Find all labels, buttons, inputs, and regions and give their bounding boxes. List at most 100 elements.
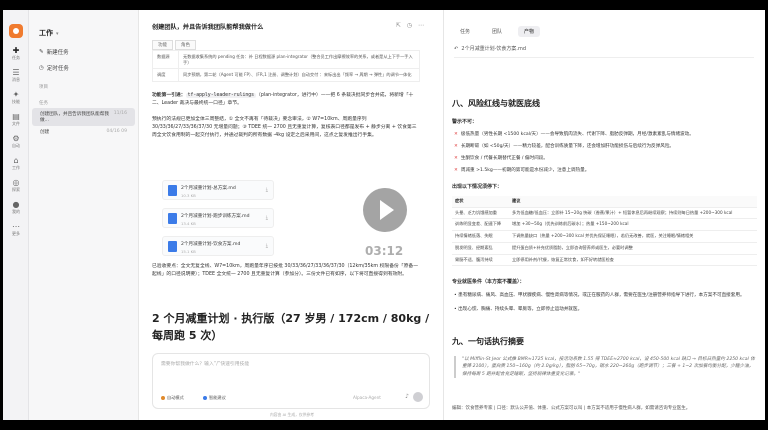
- paragraph-lead: 功能第一引进：: [152, 93, 186, 98]
- file-name: 2个月减重计划-跑步训练方案.md: [181, 214, 250, 219]
- sidebar-title-text: 工作: [39, 29, 53, 37]
- table-cell: 立即停用补剂/代餐，恢复正常饮食，如不好转就医检查: [509, 254, 757, 267]
- message-paragraph: 功能第一引进： tf-apply-leader-rulings （plan-inte…: [152, 92, 420, 108]
- chat-input[interactable]: 需要你帮我做什么？输入“/”快速引用技能: [161, 360, 249, 367]
- file-card[interactable]: 2个月减重计划-总方案.md 10.3 KB ⤓: [162, 180, 274, 200]
- rail-label: 自动: [12, 143, 20, 148]
- table-tab[interactable]: 角色: [175, 40, 196, 50]
- table-cell: 脱发明显、经期紊乱: [452, 242, 510, 255]
- artifact-footer: 编辑：饮食营养专家 | 口径：默认公开值、体重、公式方案可以叫 | 本方案不适用…: [452, 406, 691, 411]
- list-item-text: 患有糖尿病、痛风、高血压、甲状腺疾病、慢性肾病等情况，或正在服药的人群，需要在医…: [458, 293, 745, 298]
- table-row: 数据源 无数据收集系统的 pending 任务：补 日程数据源 plan-inte…: [152, 49, 420, 70]
- rail-item-more[interactable]: ⋯ 更多: [3, 222, 29, 244]
- rail-item-me[interactable]: ● 我的: [3, 200, 29, 222]
- list-item-text: 出现心慌、胸痛、持续头晕、晕厥等，立即停止运动并就医。: [458, 307, 583, 312]
- download-icon[interactable]: ⤓: [266, 243, 268, 249]
- rail-item-explore[interactable]: ◎ 探索: [3, 178, 29, 200]
- inline-code: tf-apply-leader-rulings: [185, 93, 257, 98]
- list-item: • 患有糖尿病、痛风、高血压、甲状腺疾病、慢性肾病等情况，或正在服药的人群，需要…: [454, 293, 745, 298]
- list-item-text: 周减重 >1.5kg——初期的第可能是水份减少，注意上调热量。: [460, 168, 590, 173]
- tab-team[interactable]: 团队: [486, 26, 508, 37]
- model-select[interactable]: Alpaca-Agent: [353, 395, 381, 400]
- chevron-down-icon: ▾: [56, 31, 59, 37]
- document-icon: [168, 241, 177, 252]
- artifact-panel: 任务 团队 产物 ↶ 2个月减重计划-饮食方案.md 八、风险红线与就医底线 警…: [443, 10, 765, 420]
- message-paragraph: 已验收要点：全文无复全线、W7=10km，周跑量年序已按批 30/33/36/2…: [152, 264, 418, 278]
- share-icon[interactable]: ⇱: [396, 22, 407, 29]
- rail-item-tasks[interactable]: ✚ 任务: [3, 46, 29, 68]
- video-timer: 03:12: [365, 244, 404, 258]
- rail-label: 技能: [12, 99, 20, 104]
- rail-item-files[interactable]: ▤ 文件: [3, 112, 29, 134]
- section-heading: 八、风险红线与就医底线: [452, 99, 540, 108]
- pill-label: 智能建议: [209, 395, 226, 400]
- task-item-label: 创建团队，并且告诉我团队能帮我做...: [40, 112, 109, 123]
- suggest-dot-icon: [203, 396, 207, 400]
- auto-mode-toggle[interactable]: 自动模式: [161, 395, 184, 401]
- back-icon[interactable]: ↶: [454, 46, 458, 52]
- file-card[interactable]: 2个月减重计划-饮食方案.md 15.1 KB ⤓: [162, 236, 274, 256]
- play-button[interactable]: [363, 188, 407, 232]
- table-tab[interactable]: 功能: [152, 40, 173, 50]
- tab-artifacts[interactable]: 产物: [518, 26, 541, 37]
- app-window: ✚ 任务 ☰ 消息 ✦ 技能 ▤ 文件 ⚙ 自动 ⌂ 工作 ◎ 探索 ● 我的 ⋯ 更多 工作 ▾ …: [3, 10, 765, 420]
- clock-icon[interactable]: ◷: [407, 22, 418, 29]
- table-row: 训练明显变差、配速下降 增加 +30~50g（优先训练前后碳水）；热量 +150~…: [452, 218, 757, 232]
- list-item: ✕ 周减重 >1.5kg——初期的第可能是水份减少，注意上调热量。: [454, 167, 754, 173]
- document-icon: [168, 185, 177, 196]
- document-icon: [168, 213, 177, 224]
- new-task-button[interactable]: ✎ 新建任务: [29, 44, 138, 60]
- rail-item-auto[interactable]: ⚙ 自动: [3, 134, 29, 156]
- clock-icon: ◷: [39, 65, 44, 71]
- app-logo-icon[interactable]: [8, 24, 23, 38]
- table-row: 脱发明显、经期紊乱 提升蛋白质+补充优质脂肪，立即咨询营养师或医生，必要时调整: [452, 242, 757, 255]
- table-row: 持续情绪低落、失眠 下调热量缺口（热量 +200~300 kcal 并优先保证睡眠…: [452, 230, 757, 243]
- rail-label: 任务: [12, 55, 20, 60]
- download-icon[interactable]: ⤓: [266, 215, 268, 221]
- table-cell: 调度: [152, 68, 179, 83]
- task-item[interactable]: 创建 04/16 09: [32, 126, 135, 138]
- tab-task[interactable]: 任务: [454, 26, 476, 37]
- more-icon[interactable]: ⋯: [418, 22, 430, 29]
- suggest-toggle[interactable]: 智能建议: [203, 395, 226, 401]
- rail-item-work[interactable]: ⌂ 工作: [3, 156, 29, 178]
- file-card[interactable]: 2个月减重计划-跑步训练方案.md 13.4 KB ⤓: [162, 208, 274, 228]
- sidebar: 工作 ▾ ✎ 新建任务 ◷ 定时任务 项目 任务 创建团队，并且告诉我团队能帮我做..…: [29, 10, 139, 420]
- table-row: 调度 同步预期，第二轮（Agent 可能 FP）、（FR,1 注册、调整计划）自动…: [152, 68, 420, 83]
- list-item-text: 长期断碳（如 <50g/天）——精力较差，配合训练质量下降，还会增加肝功能损伤与…: [460, 144, 675, 149]
- table-cell: 训练明显变差、配速下降: [452, 218, 510, 232]
- rail-item-skills[interactable]: ✦ 技能: [3, 90, 29, 112]
- chat-input-box[interactable]: 需要你帮我做什么？输入“/”快速引用技能 自动模式 智能建议 Alpaca-Ag…: [152, 353, 430, 409]
- artifact-file-name: 2个月减重计划-饮食方案.md: [461, 46, 527, 52]
- new-task-label: 新建任务: [46, 50, 69, 56]
- rail-item-messages[interactable]: ☰ 消息: [3, 68, 29, 90]
- ai-disclaimer: 内容由 AI 生成，仅供参考: [270, 412, 315, 417]
- file-size: 13.4 KB: [181, 221, 196, 226]
- subheading: 出现以下情况须停下：: [452, 184, 503, 190]
- list-item: ✕ 长期断碳（如 <50g/天）——精力较差，配合训练质量下降，还会增加肝功能损伤…: [454, 143, 754, 149]
- header-actions: ⇱◷⋯: [396, 22, 430, 29]
- scheduled-task-label: 定时任务: [46, 66, 69, 72]
- table-cell: 同步预期，第二轮（Agent 可能 FP）、（FR,1 注册、调整计划）自动交付…: [178, 68, 420, 83]
- file-size: 10.3 KB: [181, 193, 196, 198]
- mic-icon[interactable]: ♪: [405, 393, 409, 400]
- task-item-active[interactable]: 创建团队，并且告诉我团队能帮我做... 11/16: [32, 108, 135, 126]
- sidebar-title[interactable]: 工作 ▾: [29, 10, 138, 38]
- table-cell: 多为低血糖/低血压：立即补 15~20g 快碳（香蕉/果汁）+ 短暂休息后再继续…: [509, 207, 757, 220]
- cross-icon: ✕: [454, 168, 458, 173]
- mode-dot-icon: [161, 396, 165, 400]
- table-cell: 胃肠不适、腹泻持续: [452, 254, 510, 267]
- subheading: 警示不可：: [452, 119, 478, 125]
- edit-icon: ✎: [39, 49, 44, 55]
- download-icon[interactable]: ⤓: [266, 187, 268, 193]
- task-item-label: 创建: [40, 130, 50, 135]
- table-cell: 建议: [509, 196, 757, 208]
- table-cell: 增加 +30~50g（优先训练前后碳水）；热量 +150~200 kcal: [509, 218, 757, 232]
- table-cell: 无数据收集系统的 pending 任务：补 日程数据源 plan-integra…: [178, 49, 420, 70]
- scheduled-task-button[interactable]: ◷ 定时任务: [29, 60, 138, 76]
- table-cell: 症状: [452, 196, 510, 208]
- section-tasks: 任务: [39, 101, 48, 106]
- task-item-time: 04/16 09: [106, 129, 127, 134]
- file-name: 2个月减重计划-饮食方案.md: [181, 242, 241, 247]
- send-button[interactable]: [413, 392, 423, 402]
